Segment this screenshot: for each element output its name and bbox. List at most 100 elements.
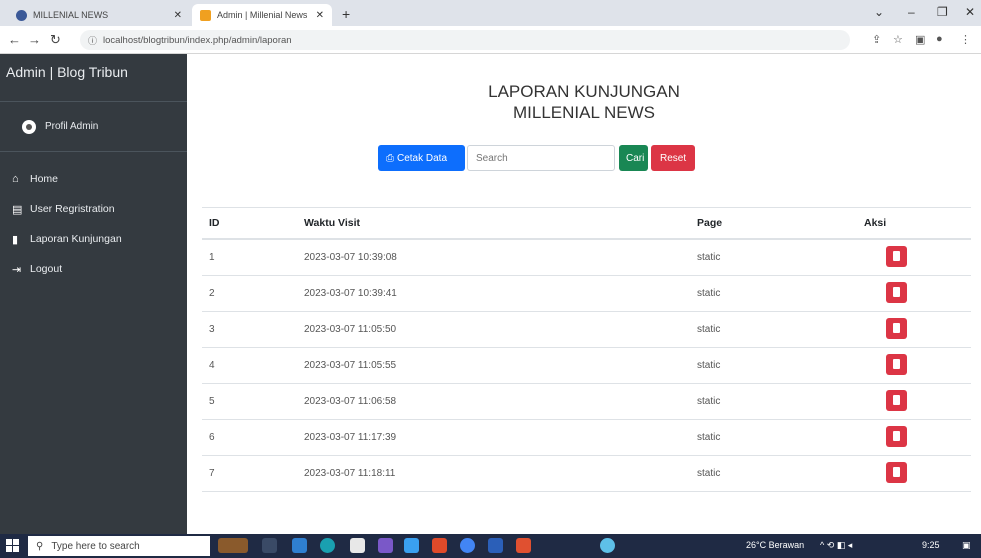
main-content: LAPORAN KUNJUNGAN MILLENIAL NEWS ⎙ Cetak… bbox=[187, 54, 981, 534]
xampp-icon[interactable] bbox=[516, 538, 531, 553]
close-window-icon[interactable]: ✕ bbox=[965, 5, 975, 19]
cell-id: 4 bbox=[209, 360, 215, 371]
table-row: 1 2023-03-07 10:39:08 static bbox=[202, 240, 971, 276]
home-icon: ⌂ bbox=[12, 173, 19, 185]
delete-icon[interactable] bbox=[886, 353, 907, 375]
cell-page: static bbox=[697, 396, 721, 407]
table-row: 3 2023-03-07 11:05:50 static bbox=[202, 312, 971, 348]
url-field[interactable]: ⓘ localhost/blogtribun/index.php/admin/l… bbox=[80, 30, 850, 50]
bookmark-star-icon[interactable]: ☆ bbox=[893, 33, 903, 46]
menu-dots-icon[interactable]: ⋮ bbox=[960, 33, 971, 46]
cell-id: 6 bbox=[209, 432, 215, 443]
delete-icon[interactable] bbox=[886, 281, 907, 303]
cell-waktu-visit: 2023-03-07 11:05:50 bbox=[304, 324, 397, 335]
id-card-icon: ▤ bbox=[12, 203, 23, 216]
edge-icon[interactable] bbox=[320, 538, 335, 553]
maximize-icon[interactable]: ❐ bbox=[937, 5, 948, 19]
cell-aksi bbox=[834, 425, 971, 450]
toolbar: ⎙ Cetak Data Cari Reset bbox=[378, 145, 695, 171]
cell-page: static bbox=[697, 360, 721, 371]
sidebar-item-user-registration[interactable]: ▤ User Regristration bbox=[0, 194, 187, 224]
notification-icon[interactable]: ▣ bbox=[962, 540, 971, 551]
sidepanel-icon[interactable]: ▣ bbox=[915, 33, 925, 46]
taskbar-search-placeholder: Type here to search bbox=[51, 540, 140, 552]
cell-waktu-visit: 2023-03-07 10:39:41 bbox=[304, 288, 397, 299]
app-icon[interactable] bbox=[378, 538, 393, 553]
word-icon[interactable] bbox=[488, 538, 503, 553]
tab-close-icon[interactable]: ✕ bbox=[316, 10, 324, 21]
browser-tab-bar: MILLENIAL NEWS ✕ Admin | Millenial News … bbox=[0, 0, 981, 26]
cell-page: static bbox=[697, 288, 721, 299]
file-explorer-icon[interactable] bbox=[292, 538, 307, 553]
cell-id: 7 bbox=[209, 468, 215, 479]
back-arrow-icon[interactable]: ← bbox=[8, 32, 21, 47]
search-icon: ⚲ bbox=[36, 540, 44, 552]
sidebar: Admin | Blog Tribun Profil Admin ⌂ Home … bbox=[0, 54, 187, 534]
minimize-icon[interactable]: – bbox=[908, 5, 915, 19]
chrome-icon[interactable] bbox=[460, 538, 475, 553]
sidebar-item-label: User Regristration bbox=[30, 203, 115, 215]
header-page: Page bbox=[697, 217, 723, 229]
new-tab-button[interactable]: + bbox=[342, 6, 350, 22]
vscode-icon[interactable] bbox=[404, 538, 419, 553]
header-aksi: Aksi bbox=[864, 217, 887, 229]
cell-page: static bbox=[697, 252, 721, 263]
cell-id: 1 bbox=[209, 252, 215, 263]
tab-label: Admin | Millenial News bbox=[217, 10, 308, 20]
browser-app-icon[interactable] bbox=[600, 538, 615, 553]
cell-waktu-visit: 2023-03-07 10:39:08 bbox=[304, 252, 397, 263]
delete-icon[interactable] bbox=[886, 245, 907, 267]
cell-id: 3 bbox=[209, 324, 215, 335]
cell-waktu-visit: 2023-03-07 11:18:11 bbox=[304, 468, 396, 479]
office-icon[interactable] bbox=[432, 538, 447, 553]
task-view-icon[interactable] bbox=[262, 538, 277, 553]
printer-icon: ⎙ bbox=[386, 152, 394, 164]
forward-arrow-icon[interactable]: → bbox=[28, 32, 41, 47]
table-row: 4 2023-03-07 11:05:55 static bbox=[202, 348, 971, 384]
windows-start-icon[interactable] bbox=[6, 539, 19, 552]
address-bar-row: ← → ↻ ⓘ localhost/blogtribun/index.php/a… bbox=[0, 26, 981, 54]
bookmark-icon: ▮ bbox=[12, 233, 19, 246]
tray-arrows-icon[interactable]: ^ ⟲ ◧ ◂ bbox=[820, 540, 852, 551]
url-text: localhost/blogtribun/index.php/admin/lap… bbox=[103, 34, 292, 46]
tab-label: MILLENIAL NEWS bbox=[33, 10, 109, 20]
sidebar-item-logout[interactable]: ⇥ Logout bbox=[0, 254, 187, 284]
weather-text[interactable]: 26°C Berawan bbox=[746, 540, 804, 550]
page-title-line2: MILLENIAL NEWS bbox=[512, 103, 656, 122]
search-button[interactable]: Cari bbox=[619, 145, 648, 171]
page-title: LAPORAN KUNJUNGAN MILLENIAL NEWS bbox=[187, 81, 981, 123]
cell-waktu-visit: 2023-03-07 11:05:55 bbox=[304, 360, 397, 371]
reset-button[interactable]: Reset bbox=[651, 145, 695, 171]
reload-icon[interactable]: ↻ bbox=[50, 32, 61, 48]
browser-tab-admin[interactable]: Admin | Millenial News ✕ bbox=[192, 4, 332, 26]
delete-icon[interactable] bbox=[886, 425, 907, 447]
taskbar-search[interactable]: ⚲ Type here to search bbox=[28, 536, 210, 556]
profile-avatar-icon[interactable]: ● bbox=[936, 33, 943, 45]
cell-id: 5 bbox=[209, 396, 215, 407]
tab-search-icon[interactable]: ⌄ bbox=[874, 5, 884, 19]
cell-page: static bbox=[697, 324, 721, 335]
delete-icon[interactable] bbox=[886, 461, 907, 483]
cell-page: static bbox=[697, 468, 721, 479]
globe-icon bbox=[16, 9, 27, 21]
profile-link[interactable]: Profil Admin bbox=[0, 102, 187, 152]
cell-page: static bbox=[697, 432, 721, 443]
clock-time[interactable]: 9:25 bbox=[922, 540, 940, 550]
tab-close-icon[interactable]: ✕ bbox=[174, 10, 182, 21]
brand-title[interactable]: Admin | Blog Tribun bbox=[0, 54, 187, 102]
sidebar-item-label: Logout bbox=[30, 263, 63, 275]
visit-table: ID Waktu Visit Page Aksi 1 2023-03-07 10:… bbox=[202, 207, 971, 492]
share-icon[interactable]: ⇪ bbox=[872, 33, 881, 46]
sidebar-item-home[interactable]: ⌂ Home bbox=[0, 164, 187, 194]
news-widget-icon[interactable] bbox=[218, 538, 248, 553]
search-input[interactable] bbox=[467, 145, 615, 171]
cell-aksi bbox=[834, 353, 971, 378]
sidebar-item-laporan[interactable]: ▮ Laporan Kunjungan bbox=[0, 224, 187, 254]
print-data-button[interactable]: ⎙ Cetak Data bbox=[378, 145, 465, 171]
delete-icon[interactable] bbox=[886, 389, 907, 411]
table-header: ID Waktu Visit Page Aksi bbox=[202, 207, 971, 240]
browser-tab-millenial-news[interactable]: MILLENIAL NEWS ✕ bbox=[8, 4, 190, 26]
delete-icon[interactable] bbox=[886, 317, 907, 339]
store-icon[interactable] bbox=[350, 538, 365, 553]
cell-aksi bbox=[834, 389, 971, 414]
